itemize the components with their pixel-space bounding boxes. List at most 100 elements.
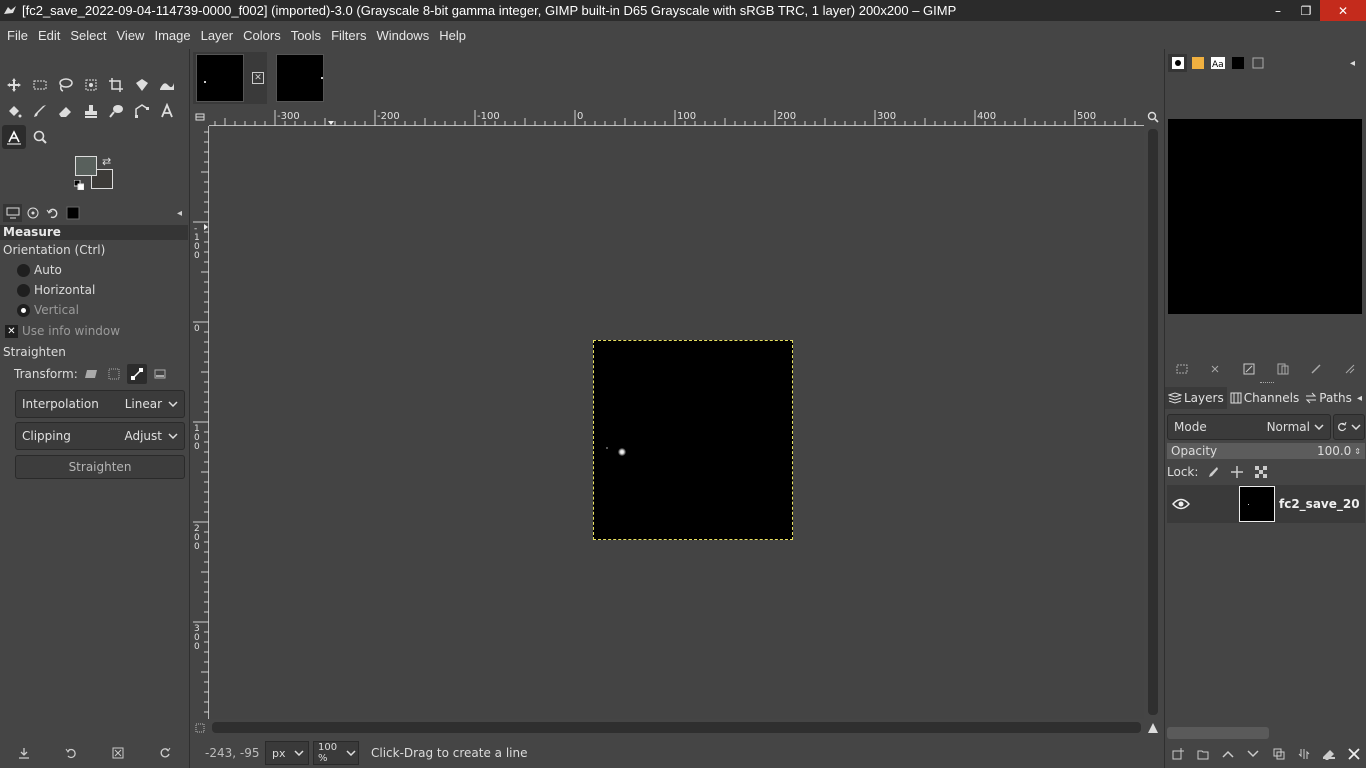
paintbrush-tool-icon[interactable] [28, 99, 52, 123]
undo-history-tab-icon[interactable] [43, 204, 62, 222]
menu-image[interactable]: Image [149, 28, 195, 43]
delete-tool-preset-icon[interactable] [109, 744, 127, 762]
clone-tool-icon[interactable] [79, 99, 103, 123]
horizontal-scrollbar[interactable] [209, 719, 1144, 736]
save-tool-preset-icon[interactable] [15, 744, 33, 762]
vertical-scrollbar[interactable] [1144, 126, 1162, 719]
lock-position-icon[interactable] [1228, 464, 1246, 480]
eraser-tool-icon[interactable] [53, 99, 77, 123]
close-tab-icon[interactable]: ✕ [252, 72, 264, 84]
merge-layer-icon[interactable] [1296, 746, 1312, 762]
tool-options-tab-icon[interactable] [3, 204, 22, 222]
maximize-button[interactable]: ❐ [1292, 0, 1320, 21]
foreground-color-swatch[interactable] [75, 156, 97, 176]
document-history-tab-icon[interactable] [1248, 54, 1267, 72]
transform-selection-icon[interactable] [104, 364, 124, 384]
zoom-select[interactable]: 100 % [313, 741, 359, 765]
layers-horizontal-scrollbar[interactable] [1167, 727, 1365, 739]
view-as-grid-icon[interactable] [1174, 361, 1190, 377]
new-layer-icon[interactable] [1170, 746, 1186, 762]
menu-help[interactable]: Help [434, 28, 471, 43]
composite-mode-select[interactable] [1333, 414, 1365, 440]
layer-row[interactable]: fc2_save_202 [1167, 485, 1365, 523]
lower-layer-icon[interactable] [1245, 746, 1261, 762]
gradients-tab-icon[interactable] [1228, 54, 1247, 72]
menu-edit[interactable]: Edit [33, 28, 65, 43]
vertical-ruler[interactable]: -1000100200300 [191, 126, 209, 719]
fuzzy-select-tool-icon[interactable] [79, 73, 103, 97]
canvas[interactable] [209, 126, 1144, 719]
tab-paths[interactable]: Paths [1302, 387, 1355, 409]
smudge-tool-icon[interactable] [104, 99, 128, 123]
reset-tool-options-icon[interactable] [156, 744, 174, 762]
edit-item-icon[interactable] [1241, 361, 1257, 377]
delete-layer-icon[interactable] [1346, 746, 1362, 762]
configure-tab-icon[interactable]: ◂ [177, 208, 182, 219]
spin-arrows-icon[interactable]: ⇕ [1354, 447, 1361, 456]
patterns-tab-icon[interactable] [1188, 54, 1207, 72]
menu-filters[interactable]: Filters [326, 28, 371, 43]
layer-mode-select[interactable]: Mode Normal [1167, 414, 1331, 440]
image-tab[interactable] [273, 52, 327, 104]
ruler-corner-icon[interactable] [191, 108, 209, 126]
orientation-auto-radio[interactable]: Auto [0, 260, 188, 280]
menu-view[interactable]: View [112, 28, 150, 43]
new-item-icon[interactable] [1308, 361, 1324, 377]
configure-tab-icon[interactable]: ◂ [1343, 54, 1362, 72]
menu-tools[interactable]: Tools [286, 28, 326, 43]
delete-item-icon[interactable] [1207, 361, 1223, 377]
transform-layer-icon[interactable] [81, 364, 101, 384]
pane-separator-handle[interactable] [1260, 382, 1274, 385]
opacity-slider[interactable]: Opacity 100.0 ⇕ [1167, 443, 1365, 459]
menu-file[interactable]: File [2, 28, 33, 43]
use-info-window-checkbox[interactable]: ✕ Use info window [0, 320, 188, 342]
straighten-button[interactable]: Straighten [15, 455, 185, 479]
paths-tool-icon[interactable] [130, 99, 154, 123]
quick-mask-toggle-icon[interactable] [191, 719, 209, 736]
interpolation-select[interactable]: Interpolation Linear [15, 390, 185, 418]
raise-layer-icon[interactable] [1220, 746, 1236, 762]
zoom-image-icon[interactable] [1144, 108, 1162, 126]
swap-colors-icon[interactable]: ⇄ [102, 155, 114, 168]
eye-icon[interactable] [1167, 498, 1195, 510]
layer-mask-icon[interactable] [1321, 746, 1337, 762]
measure-tool-icon[interactable] [2, 125, 26, 149]
text-tool-icon[interactable] [155, 99, 179, 123]
image-tab-active[interactable]: ✕ [193, 52, 267, 104]
clipping-select[interactable]: Clipping Adjust [15, 422, 185, 450]
warp-transform-tool-icon[interactable] [155, 73, 179, 97]
configure-tab-icon[interactable]: ◂ [1357, 393, 1362, 404]
menu-layer[interactable]: Layer [196, 28, 239, 43]
lock-pixels-icon[interactable] [1204, 464, 1222, 480]
close-window-button[interactable]: ✕ [1320, 0, 1366, 21]
layer-name[interactable]: fc2_save_202 [1279, 497, 1359, 511]
bucket-fill-tool-icon[interactable] [2, 99, 26, 123]
orientation-horizontal-radio[interactable]: Horizontal [0, 280, 188, 300]
lock-alpha-icon[interactable] [1252, 464, 1270, 480]
lasso-tool-icon[interactable] [53, 73, 77, 97]
transform-image-icon[interactable] [150, 364, 170, 384]
navigate-icon[interactable] [1144, 719, 1162, 736]
move-tool-icon[interactable] [2, 73, 26, 97]
menu-windows[interactable]: Windows [371, 28, 434, 43]
horizontal-ruler[interactable]: -300 -200 -100 0 100 200 300 400 500 [209, 108, 1144, 126]
restore-tool-preset-icon[interactable] [62, 744, 80, 762]
minimize-button[interactable]: – [1264, 0, 1292, 21]
device-status-tab-icon[interactable] [23, 204, 42, 222]
fonts-tab-icon[interactable]: Aa [1208, 54, 1227, 72]
rect-select-tool-icon[interactable] [28, 73, 52, 97]
tab-layers[interactable]: Layers [1165, 387, 1227, 409]
images-tab-icon[interactable] [63, 204, 82, 222]
image-content[interactable] [593, 340, 793, 540]
menu-colors[interactable]: Colors [238, 28, 286, 43]
reset-colors-icon[interactable] [74, 180, 84, 190]
zoom-tool-icon[interactable] [28, 125, 52, 149]
crop-tool-icon[interactable] [104, 73, 128, 97]
refresh-items-icon[interactable] [1342, 361, 1358, 377]
unit-select[interactable]: px [265, 741, 309, 765]
transform-path-icon[interactable] [126, 364, 147, 384]
unified-transform-tool-icon[interactable] [130, 73, 154, 97]
tab-channels[interactable]: Channels [1227, 387, 1303, 409]
menu-select[interactable]: Select [65, 28, 111, 43]
orientation-vertical-radio[interactable]: Vertical [0, 300, 188, 320]
